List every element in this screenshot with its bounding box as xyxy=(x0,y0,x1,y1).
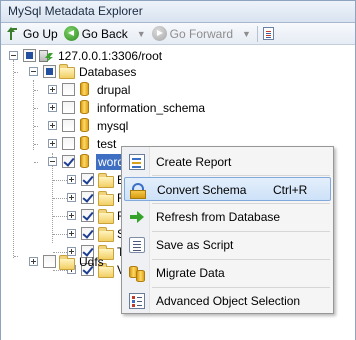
db-item-information-schema[interactable]: information_schema xyxy=(97,100,205,116)
menu-item-label: Migrate Data xyxy=(156,266,225,280)
information-schema-checkbox[interactable] xyxy=(62,101,75,114)
toolbar-separator xyxy=(256,25,258,42)
go-back-label: Go Back xyxy=(81,26,128,41)
database-icon xyxy=(80,154,89,168)
root-checkbox[interactable] xyxy=(23,49,36,62)
folder-icon xyxy=(59,255,75,270)
db-item-test[interactable]: test xyxy=(97,136,116,152)
server-icon xyxy=(39,48,54,63)
go-back-button[interactable]: Go Back xyxy=(62,24,132,44)
database-icon xyxy=(80,118,89,132)
document-list-icon[interactable] xyxy=(262,27,274,40)
forward-arrow-icon xyxy=(151,26,167,41)
databases-checkbox[interactable] xyxy=(43,65,56,78)
menu-separator xyxy=(152,231,330,232)
drupal-checkbox[interactable] xyxy=(62,83,75,96)
go-up-label: Go Up xyxy=(23,26,58,41)
child-expander[interactable] xyxy=(67,229,76,238)
database-icon xyxy=(80,100,89,114)
database-icon xyxy=(80,136,89,150)
mysql-checkbox[interactable] xyxy=(62,119,75,132)
menu-separator xyxy=(152,259,330,260)
child-expander[interactable] xyxy=(67,193,76,202)
window-title: MySql Metadata Explorer xyxy=(1,1,355,23)
menu-item-save-as-script[interactable]: Save as Script xyxy=(124,233,331,257)
advanced-selection-icon xyxy=(129,293,145,309)
menu-item-label: Advanced Object Selection xyxy=(156,294,301,308)
databases-label[interactable]: Databases xyxy=(79,64,136,80)
child-expander[interactable] xyxy=(67,247,76,256)
back-arrow-icon xyxy=(63,26,79,41)
go-back-dropdown-icon[interactable]: ▼ xyxy=(137,29,146,39)
menu-item-label: Convert Schema xyxy=(157,183,247,197)
metadata-explorer-window: MySql Metadata Explorer Go Up Go Back ▼ … xyxy=(0,0,356,340)
menu-item-refresh-from-database[interactable]: Refresh from Database xyxy=(124,205,331,229)
udfs-expander[interactable] xyxy=(29,257,38,266)
child-expander[interactable] xyxy=(67,211,76,220)
test-checkbox[interactable] xyxy=(62,137,75,150)
toolbar: Go Up Go Back ▼ Go Forward ▼ xyxy=(1,23,355,45)
menu-separator xyxy=(152,175,330,176)
wordpress-checkbox[interactable] xyxy=(62,155,75,168)
go-up-button[interactable]: Go Up xyxy=(4,24,62,44)
folder-icon xyxy=(98,191,114,206)
go-forward-button[interactable]: Go Forward xyxy=(150,24,237,44)
go-forward-dropdown-icon[interactable]: ▼ xyxy=(242,29,251,39)
menu-item-migrate-data[interactable]: Migrate Data xyxy=(124,261,331,285)
menu-item-label: Save as Script xyxy=(156,238,234,252)
menu-item-shortcut: Ctrl+R xyxy=(273,183,308,197)
menu-item-convert-schema[interactable]: Convert Schema Ctrl+R xyxy=(124,177,331,201)
udfs-label[interactable]: Udfs xyxy=(79,254,104,270)
folder-icon xyxy=(98,209,114,224)
child-expander[interactable] xyxy=(67,175,76,184)
information-schema-expander[interactable] xyxy=(48,103,57,112)
migrate-data-icon xyxy=(129,265,145,282)
folder-icon xyxy=(98,227,114,242)
root-expander[interactable] xyxy=(9,51,18,60)
menu-separator xyxy=(152,203,330,204)
folder-icon xyxy=(98,173,114,188)
script-icon xyxy=(129,237,145,253)
mysql-expander[interactable] xyxy=(48,121,57,130)
menu-item-label: Create Report xyxy=(156,155,232,169)
menu-item-label: Refresh from Database xyxy=(156,210,281,224)
refresh-arrow-icon xyxy=(129,209,145,225)
root-connection-label[interactable]: 127.0.0.1:3306/root xyxy=(58,48,162,64)
folder-icon xyxy=(59,64,75,79)
child-checkbox[interactable] xyxy=(81,209,94,222)
menu-item-advanced-object-selection[interactable]: Advanced Object Selection xyxy=(124,289,331,313)
test-expander[interactable] xyxy=(48,139,57,148)
child-checkbox[interactable] xyxy=(81,227,94,240)
udfs-checkbox[interactable] xyxy=(43,255,56,268)
arrow-up-icon xyxy=(6,26,20,41)
database-icon xyxy=(80,82,89,96)
context-menu: Create Report Convert Schema Ctrl+R Refr… xyxy=(121,146,334,314)
go-forward-label: Go Forward xyxy=(169,26,233,41)
databases-expander[interactable] xyxy=(29,67,38,76)
convert-schema-icon xyxy=(130,182,146,199)
menu-separator xyxy=(152,287,330,288)
child-checkbox[interactable] xyxy=(81,173,94,186)
wordpress-expander[interactable] xyxy=(48,157,57,166)
drupal-expander[interactable] xyxy=(48,85,57,94)
child-checkbox[interactable] xyxy=(81,191,94,204)
db-item-mysql[interactable]: mysql xyxy=(97,118,128,134)
menu-item-create-report[interactable]: Create Report xyxy=(124,150,331,174)
db-item-drupal[interactable]: drupal xyxy=(97,82,130,98)
report-icon xyxy=(129,154,145,170)
